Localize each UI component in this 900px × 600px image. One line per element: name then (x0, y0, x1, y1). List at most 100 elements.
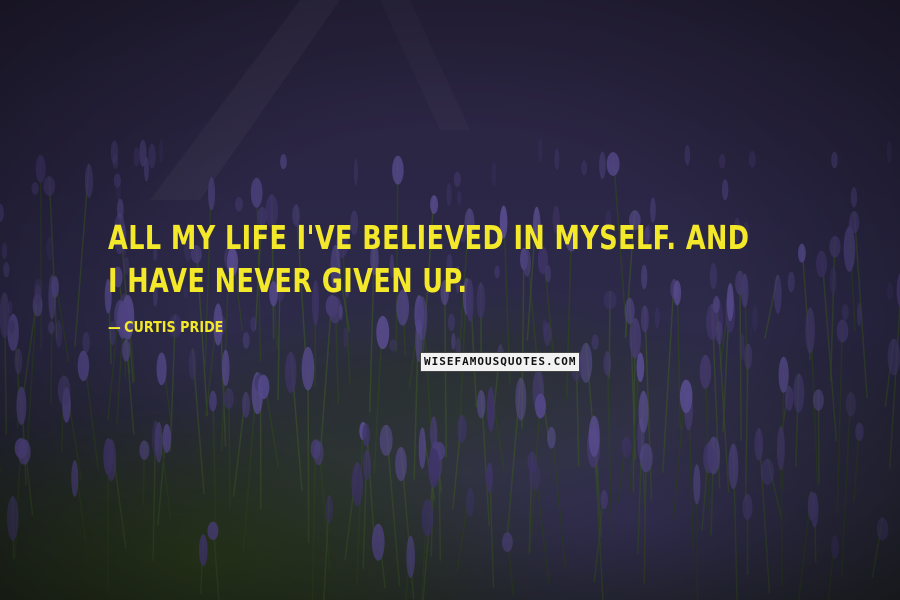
lavender-spike (0, 203, 4, 222)
lavender-spike (3, 262, 10, 278)
lavender-spike (579, 342, 593, 383)
lavender-spike (777, 426, 785, 471)
lavender-spike (162, 424, 172, 453)
lavender-spike (421, 498, 434, 537)
lavender-spike (693, 464, 701, 505)
lavender-spike (588, 415, 600, 458)
lavender-spike (9, 320, 16, 334)
lavender-spike (14, 348, 23, 375)
lavender-spike (744, 343, 753, 370)
lavender-spike (715, 320, 723, 345)
lavender-spike (554, 148, 560, 170)
lavender-spike (57, 375, 71, 406)
lavender-spike (106, 439, 117, 482)
lavender-spike (718, 153, 726, 169)
lavender-spike (351, 462, 364, 507)
lavender-spike (133, 147, 140, 167)
lavender-spike (887, 338, 900, 376)
lavender-spike (46, 236, 54, 261)
lavender-spike (845, 392, 856, 417)
lavender-spike (856, 302, 862, 327)
lavender-spike (139, 139, 147, 167)
lavender-spike (159, 138, 164, 163)
lavender-spike (636, 352, 645, 382)
lavender-spike (7, 496, 19, 541)
lavender-spike (527, 451, 538, 473)
lavender-spike (115, 179, 122, 201)
lavender-spike (703, 442, 715, 474)
lavender-spike (855, 422, 864, 442)
lavender-spike (778, 356, 789, 393)
lavender-spike (486, 386, 495, 432)
lavender-spike (876, 517, 889, 541)
lavender-spike (139, 440, 150, 460)
lavender-spike (886, 282, 894, 301)
lavender-spike (728, 443, 739, 490)
lavender-spike (338, 304, 344, 320)
lavender-stem (829, 235, 836, 382)
lavender-spike (542, 319, 548, 337)
lavender-spike (547, 426, 556, 449)
lavender-spike (810, 492, 819, 528)
lavender-spike (793, 373, 805, 413)
lavender-spike (600, 490, 608, 510)
lavender-spike (1, 242, 7, 259)
lavender-spike (466, 487, 475, 517)
lavender-spike (16, 386, 27, 426)
lavender-spike (122, 339, 131, 362)
lavender-spike (606, 152, 620, 176)
lavender-spike (362, 449, 371, 481)
lavender-spike (836, 319, 849, 343)
lavender-spike (829, 235, 841, 258)
lavender-stem (606, 351, 613, 540)
lavender-spike (82, 331, 90, 354)
lavender-spike (77, 350, 90, 382)
lavender-stem (550, 426, 567, 572)
lavender-spike (457, 414, 467, 443)
lavender-spike (603, 351, 612, 376)
lavender-spike (430, 195, 439, 214)
lavender-spike (447, 313, 456, 332)
lavender-spike (392, 155, 404, 185)
lavender-spike (51, 276, 59, 298)
lavender-spike (209, 390, 217, 412)
lavender-spike (242, 332, 250, 349)
lavender-stem (311, 439, 317, 600)
lavender-spike (418, 427, 426, 469)
lavender-spike (654, 307, 660, 329)
lavender-spike (379, 424, 393, 456)
lavender-spike (207, 177, 216, 211)
lavender-spike (301, 347, 315, 391)
lavender-spike (207, 521, 219, 540)
lavender-spike (17, 439, 31, 465)
lavender-spike (242, 392, 250, 418)
lavender-spike (198, 534, 208, 567)
lavender-spike (428, 448, 440, 488)
lavender-spike (453, 171, 461, 187)
lavender-spike (748, 151, 756, 168)
quote-text: All my life I've believed in myself. And… (108, 218, 750, 300)
lavender-spike (850, 187, 858, 208)
lavender-spike (221, 349, 230, 387)
lavender-spike (343, 327, 348, 348)
lavender-spike (406, 535, 415, 578)
lavender-spike (0, 292, 10, 339)
lavender-spike (638, 390, 649, 433)
lavender-spike (395, 446, 407, 482)
lavender-spike (841, 303, 849, 321)
lavender-spike (699, 354, 712, 389)
lavender-spike (813, 389, 824, 411)
lavender-spike (148, 143, 156, 169)
lavender-spike (537, 137, 543, 163)
lavender-spike (55, 319, 63, 348)
lavender-spike (629, 317, 641, 359)
lavender-spike (639, 443, 653, 473)
lavender-spike (760, 458, 774, 485)
lavender-spike (896, 272, 900, 308)
lavender-spike (485, 462, 494, 493)
lavender-spike (223, 388, 234, 410)
lavender-spike (71, 460, 79, 497)
lavender-stem (840, 392, 852, 577)
lavender-spike (742, 494, 753, 520)
lavender-stem (662, 279, 675, 473)
